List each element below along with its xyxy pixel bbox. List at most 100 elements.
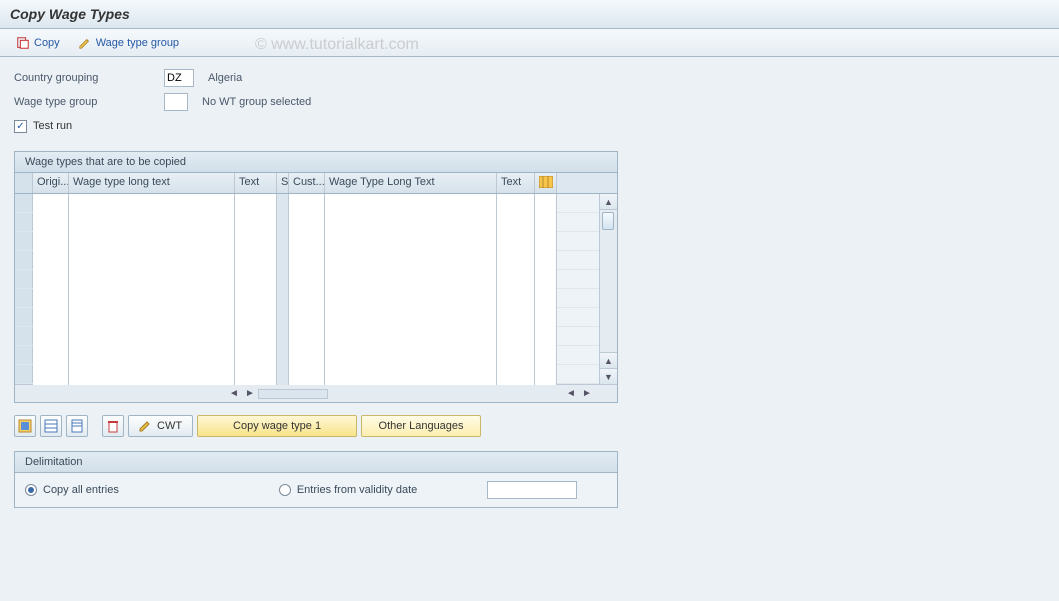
row-selector[interactable]	[15, 270, 33, 288]
copy-button[interactable]: Copy	[10, 34, 66, 52]
cell-origi[interactable]	[33, 327, 69, 347]
other-languages-button[interactable]: Other Languages	[361, 415, 481, 437]
cell-text2[interactable]	[497, 232, 535, 252]
table-row[interactable]	[15, 289, 617, 308]
cell-wtlt[interactable]	[69, 270, 235, 290]
cell-s[interactable]	[277, 270, 289, 290]
cell-s[interactable]	[277, 213, 289, 233]
cell-s[interactable]	[277, 365, 289, 385]
col-wtlt2[interactable]: Wage Type Long Text	[325, 173, 497, 193]
cell-wtlt2[interactable]	[325, 327, 497, 347]
cell-wtlt[interactable]	[69, 327, 235, 347]
row-selector[interactable]	[15, 251, 33, 269]
cell-origi[interactable]	[33, 270, 69, 290]
cell-cust[interactable]	[289, 194, 325, 214]
country-grouping-input[interactable]	[164, 69, 194, 87]
cell-wtlt[interactable]	[69, 251, 235, 271]
cell-wtlt[interactable]	[69, 308, 235, 328]
cell-text[interactable]	[235, 346, 277, 366]
col-origi[interactable]: Origi...	[33, 173, 69, 193]
cell-wtlt2[interactable]	[325, 251, 497, 271]
cell-cust[interactable]	[289, 365, 325, 385]
scroll-down-icon[interactable]: ▼	[600, 368, 617, 384]
cell-text2[interactable]	[497, 213, 535, 233]
cell-origi[interactable]	[33, 308, 69, 328]
cell-wtlt2[interactable]	[325, 365, 497, 385]
cell-s[interactable]	[277, 232, 289, 252]
row-selector[interactable]	[15, 308, 33, 326]
cell-wtlt2[interactable]	[325, 194, 497, 214]
cell-wtlt2[interactable]	[325, 213, 497, 233]
grid-select-all[interactable]	[15, 173, 33, 193]
cell-text2[interactable]	[497, 251, 535, 271]
cell-cust[interactable]	[289, 289, 325, 309]
hscroll-right-2[interactable]: ►	[579, 388, 595, 399]
cell-wtlt[interactable]	[69, 289, 235, 309]
scroll-up2-icon[interactable]: ▲	[600, 352, 617, 368]
cell-s[interactable]	[277, 251, 289, 271]
grid-scrollbar-vertical[interactable]: ▲ ▲ ▼	[599, 194, 617, 384]
cell-wtlt2[interactable]	[325, 346, 497, 366]
cell-wtlt[interactable]	[69, 232, 235, 252]
table-row[interactable]	[15, 232, 617, 251]
cell-text2[interactable]	[497, 289, 535, 309]
cell-origi[interactable]	[33, 365, 69, 385]
table-row[interactable]	[15, 194, 617, 213]
row-selector[interactable]	[15, 365, 33, 383]
table-row[interactable]	[15, 346, 617, 365]
cell-s[interactable]	[277, 308, 289, 328]
cell-text[interactable]	[235, 251, 277, 271]
col-text2[interactable]: Text	[497, 173, 535, 193]
delete-button[interactable]	[102, 415, 124, 437]
hscroll-left-1[interactable]: ◄	[226, 388, 242, 399]
cell-wtlt[interactable]	[69, 194, 235, 214]
cell-cust[interactable]	[289, 327, 325, 347]
cell-origi[interactable]	[33, 213, 69, 233]
cell-text2[interactable]	[497, 308, 535, 328]
table-row[interactable]	[15, 327, 617, 346]
scroll-up-icon[interactable]: ▲	[600, 194, 617, 210]
cell-origi[interactable]	[33, 346, 69, 366]
select-all-button[interactable]	[14, 415, 36, 437]
cell-origi[interactable]	[33, 194, 69, 214]
cell-wtlt2[interactable]	[325, 232, 497, 252]
cell-origi[interactable]	[33, 289, 69, 309]
cell-wtlt2[interactable]	[325, 289, 497, 309]
row-selector[interactable]	[15, 289, 33, 307]
col-cust[interactable]: Cust...	[289, 173, 325, 193]
cell-text[interactable]	[235, 289, 277, 309]
cell-text[interactable]	[235, 232, 277, 252]
cell-s[interactable]	[277, 327, 289, 347]
hscroll-right-1[interactable]: ►	[242, 388, 258, 399]
cell-text2[interactable]	[497, 346, 535, 366]
table-row[interactable]	[15, 308, 617, 327]
cell-wtlt[interactable]	[69, 365, 235, 385]
row-selector[interactable]	[15, 327, 33, 345]
cell-origi[interactable]	[33, 251, 69, 271]
cell-text[interactable]	[235, 327, 277, 347]
cell-wtlt2[interactable]	[325, 270, 497, 290]
hscroll-track-1[interactable]	[258, 389, 328, 399]
cell-cust[interactable]	[289, 346, 325, 366]
cell-cust[interactable]	[289, 270, 325, 290]
cell-text2[interactable]	[497, 327, 535, 347]
hscroll-left-2[interactable]: ◄	[563, 388, 579, 399]
cell-wtlt[interactable]	[69, 213, 235, 233]
cell-text[interactable]	[235, 213, 277, 233]
cell-text[interactable]	[235, 270, 277, 290]
cell-text2[interactable]	[497, 194, 535, 214]
cell-cust[interactable]	[289, 213, 325, 233]
cell-wtlt2[interactable]	[325, 308, 497, 328]
wage-type-group-input[interactable]	[164, 93, 188, 111]
cell-cust[interactable]	[289, 308, 325, 328]
col-wtlt[interactable]: Wage type long text	[69, 173, 235, 193]
cell-text[interactable]	[235, 365, 277, 385]
cell-text2[interactable]	[497, 365, 535, 385]
table-row[interactable]	[15, 365, 617, 384]
cell-wtlt[interactable]	[69, 346, 235, 366]
cell-text[interactable]	[235, 194, 277, 214]
col-s[interactable]: S	[277, 173, 289, 193]
cell-text[interactable]	[235, 308, 277, 328]
cell-cust[interactable]	[289, 251, 325, 271]
cell-text2[interactable]	[497, 270, 535, 290]
